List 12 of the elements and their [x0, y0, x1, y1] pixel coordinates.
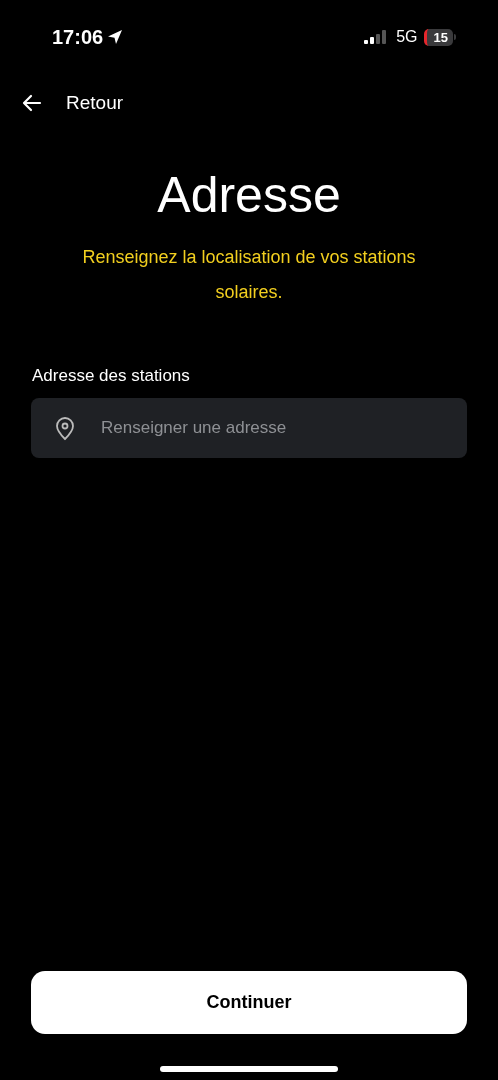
battery-level: 15 — [423, 28, 453, 46]
location-arrow-icon — [107, 29, 124, 45]
back-button[interactable]: Retour — [22, 92, 124, 114]
subtitle: Renseignez la localisation de vos stations solaires. — [81, 246, 417, 304]
network-label: 5G — [396, 28, 418, 46]
address-field[interactable]: Renseigner une adresse — [31, 398, 467, 458]
page-title: Adresse — [156, 166, 342, 224]
continue-button[interactable]: Continuer — [31, 971, 467, 1034]
signal-icon — [364, 30, 389, 44]
back-arrow-icon — [22, 93, 42, 113]
status-time: 17:06 — [52, 25, 104, 49]
field-label: Adresse des stations — [32, 366, 191, 386]
